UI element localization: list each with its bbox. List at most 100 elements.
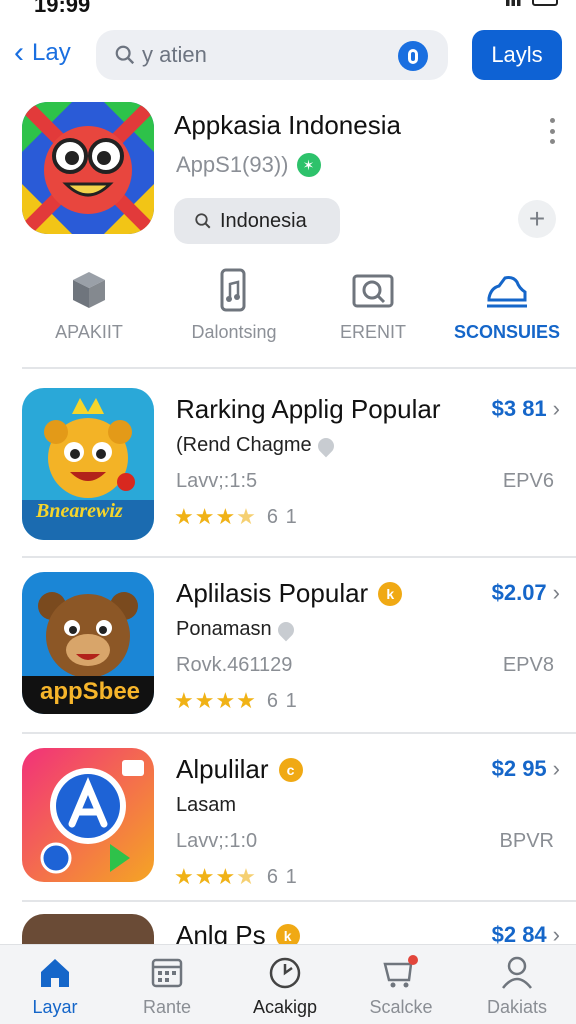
tab-label: Dalontsing: [191, 322, 277, 342]
coin-badge-icon: k: [275, 923, 300, 944]
tab-erenit[interactable]: ERENIT: [308, 268, 438, 343]
price-button[interactable]: $2.07 ›: [492, 580, 560, 606]
tab-dalontsing[interactable]: Dalontsing: [169, 268, 299, 343]
app-meta: Lavv;:1:0: [176, 830, 258, 852]
tab-sconsuies[interactable]: SCONSUIES: [442, 268, 572, 343]
status-time: 19:99: [34, 0, 91, 17]
app-icon: [22, 914, 154, 944]
price-label: $2.07: [491, 580, 547, 605]
back-button[interactable]: ‹ Lay: [14, 38, 71, 68]
divider: [22, 367, 576, 369]
dot: [549, 128, 555, 134]
nav-label: Layar: [32, 997, 78, 1017]
tab-apakiit[interactable]: APAKIIT: [24, 268, 154, 343]
star-icon: ★★★★: [174, 688, 257, 713]
chevron-left-icon: ‹: [14, 36, 24, 69]
app-icon: [22, 748, 154, 882]
app-title: Appkasia Indonesia: [174, 110, 401, 140]
app-icon[interactable]: [22, 102, 154, 234]
region-chip-label: Indonesia: [220, 209, 307, 232]
price-label: $2 95: [491, 756, 547, 781]
price-button[interactable]: $3 81 ›: [492, 396, 560, 422]
price-button[interactable]: $2 95 ›: [492, 756, 560, 782]
app-store-icon: [22, 748, 154, 882]
person-icon: [502, 956, 532, 989]
nav-item-acakigp[interactable]: Acakigp: [230, 953, 340, 1018]
app-title-text: Alpulilar: [176, 754, 269, 784]
app-title: Aplilasis Popular k: [176, 578, 403, 609]
chevron-right-icon: ›: [552, 922, 560, 944]
nav-item-dakiats[interactable]: Dakiats: [462, 953, 572, 1018]
bottom-nav: Layar Rante Acakigp Scalcke Dakiats: [0, 944, 576, 1024]
app-meta: Lavv;:1:5: [176, 470, 258, 492]
app-subtitle-text: (Rend Chagme: [176, 434, 312, 456]
nav-label: Acakigp: [252, 997, 318, 1017]
app-subtitle: AppS1(93)) ✶: [176, 152, 321, 178]
more-options-button[interactable]: [548, 118, 556, 144]
half-star-icon: ★: [236, 864, 257, 889]
search-icon: [195, 213, 211, 229]
search-input[interactable]: [142, 42, 382, 68]
top-bar: ‹ Lay Layls: [0, 28, 576, 84]
half-star-icon: ★: [236, 504, 257, 529]
status-bar: 19:99: [0, 0, 576, 18]
price-button[interactable]: $2 84 ›: [492, 922, 560, 944]
price-label: $3 81: [491, 396, 547, 421]
list-item[interactable]: Alpulilar c Lasam Lavv;:1:0 ★★★ ★ 6 1 $2 9…: [0, 748, 576, 904]
nav-item-rante[interactable]: Rante: [112, 953, 222, 1018]
rating-count: 6 1: [266, 865, 298, 888]
divider: [22, 556, 576, 558]
nav-item-layar[interactable]: Layar: [0, 953, 110, 1018]
app-code: BPVR: [499, 830, 554, 852]
cart-icon: [383, 955, 418, 988]
rating-count: 6 1: [266, 689, 298, 712]
divider: [22, 732, 576, 734]
shoe-icon: [487, 276, 527, 308]
mic-icon: [408, 48, 418, 64]
dot: [549, 118, 555, 123]
app-subtitle-text: Lasam: [176, 794, 237, 816]
verified-icon: ✶: [296, 153, 321, 177]
rating-count: 6 1: [266, 505, 298, 528]
cube-icon: [73, 272, 105, 308]
app-subtitle: (Rend Chagme: [176, 434, 337, 457]
app-subtitle-text: AppS1(93)): [176, 152, 289, 177]
list-item[interactable]: Bnearewiz Rarking Applig Popular (Rend C…: [0, 388, 576, 544]
rating-stars: ★★★★ 6 1: [174, 864, 298, 890]
app-header: Appkasia Indonesia AppS1(93)) ✶ Indonesi…: [0, 102, 576, 252]
app-title-text: Aplilasis Popular: [176, 578, 369, 608]
mic-button[interactable]: [398, 41, 428, 71]
dot: [549, 139, 555, 144]
nav-label: Rante: [142, 997, 192, 1017]
app-icon-label: appSbee: [40, 678, 141, 705]
phone-music-icon: [220, 268, 246, 312]
list-item[interactable]: appSbee Aplilasis Popular k Ponamasn Rovk…: [0, 572, 576, 728]
nav-item-scalcke[interactable]: Scalcke: [346, 953, 456, 1018]
app-icon: Bnearewiz: [22, 388, 154, 540]
region-chip[interactable]: Indonesia: [174, 198, 340, 244]
app-title-text: Anlg Ps: [176, 920, 266, 944]
app-icon: appSbee: [22, 572, 154, 714]
tab-label: SCONSUIES: [453, 322, 561, 342]
app-code: EPV6: [502, 470, 554, 492]
primary-action-button[interactable]: Layls: [472, 30, 562, 80]
price-label: $2 84: [491, 922, 547, 944]
signal-icon: [506, 0, 524, 6]
back-label: Lay: [32, 39, 71, 66]
star-icon: ★★★: [174, 864, 237, 889]
add-button[interactable]: +: [518, 200, 556, 238]
app-subtitle-text: Ponamasn: [176, 618, 272, 640]
calendar-icon: [151, 958, 183, 988]
search-icon: [115, 45, 135, 65]
chevron-right-icon: ›: [552, 756, 560, 781]
location-pin-icon: [274, 618, 297, 641]
search-bar[interactable]: [96, 30, 448, 80]
tab-label: ERENIT: [339, 322, 406, 342]
chevron-right-icon: ›: [552, 580, 560, 605]
list-item[interactable]: Anlg Ps k $2 84 ›: [0, 914, 576, 944]
app-meta: Rovk.461129: [176, 654, 293, 676]
app-title: Rarking Applig Popular: [176, 394, 441, 425]
app-code: EPV8: [502, 654, 554, 676]
clock-icon: [269, 957, 301, 989]
nav-label: Scalcke: [369, 997, 433, 1017]
